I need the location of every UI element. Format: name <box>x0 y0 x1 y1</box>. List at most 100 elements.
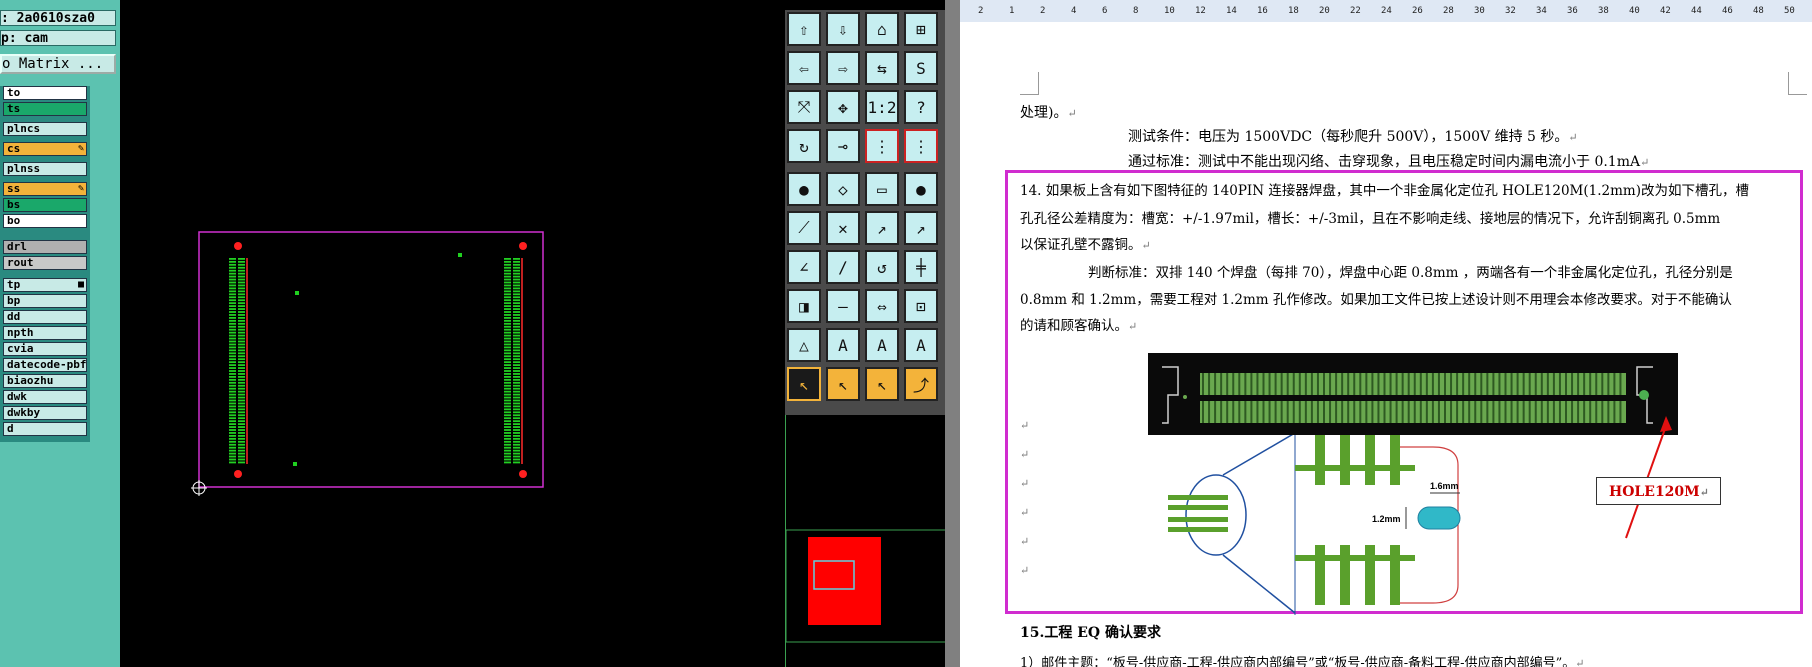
tool-button[interactable]: ↖ <box>826 367 860 401</box>
layer-row[interactable]: bs <box>3 198 87 212</box>
tool-button[interactable]: ⇦ <box>787 51 821 85</box>
layer-row[interactable]: plncs <box>3 122 87 136</box>
tool-button[interactable]: ⇆ <box>865 51 899 85</box>
layer-name: datecode-pbf <box>7 358 87 371</box>
layer-name: rout <box>7 256 34 269</box>
tool-button[interactable]: ⤧ <box>787 90 821 124</box>
tool-button[interactable]: ⟋ <box>787 211 821 245</box>
graphic-canvas[interactable] <box>120 10 785 667</box>
tool-icon: A <box>916 335 926 355</box>
tool-icon: ⇦ <box>799 58 809 78</box>
dim-label-height: 1.2mm <box>1372 514 1401 524</box>
ruler-tick: 44 <box>1691 6 1702 16</box>
horizontal-ruler[interactable]: 2 1 2 4 6 8 10 12 14 16 18 20 22 24 26 28 30 32 34 36 38 40 42… <box>960 0 1812 23</box>
tool-button[interactable]: ↻ <box>787 129 821 163</box>
tool-button[interactable]: ▭ <box>865 172 899 206</box>
layer-row[interactable]: d <box>3 422 87 436</box>
tool-button[interactable]: ∕ <box>826 250 860 284</box>
tool-button[interactable]: ⊡ <box>904 289 938 323</box>
tool-icon: ✕ <box>838 218 848 238</box>
job-name-field[interactable]: : 2a0610sza0 <box>0 10 116 26</box>
tool-button[interactable]: — <box>826 289 860 323</box>
tool-button[interactable]: ↗ <box>904 211 938 245</box>
tool-button[interactable]: ✕ <box>826 211 860 245</box>
layer-name: drl <box>7 240 27 253</box>
tool-button[interactable]: ╪ <box>904 250 938 284</box>
layer-row[interactable]: dwk <box>3 390 87 404</box>
layer-name: dwkby <box>7 406 41 419</box>
tool-button[interactable]: ⊸ <box>826 129 860 163</box>
layer-edit-icon: ✎ <box>77 143 84 154</box>
tool-button[interactable]: 1:2 <box>865 90 899 124</box>
step-name-field[interactable]: p: cam <box>0 30 116 46</box>
tool-button[interactable]: ⇨ <box>826 51 860 85</box>
tool-button[interactable]: ⋮ <box>865 129 899 163</box>
tool-button[interactable]: A <box>904 328 938 362</box>
layer-row[interactable]: cs ✎ <box>3 142 87 156</box>
board-view <box>191 231 544 496</box>
layer-row[interactable]: dwkby <box>3 406 87 420</box>
tool-button[interactable]: ∠ <box>787 250 821 284</box>
tool-button[interactable]: ✥ <box>826 90 860 124</box>
tool-button[interactable]: ↖ <box>865 367 899 401</box>
layer-row[interactable]: datecode-pbf <box>3 358 87 372</box>
tool-icon: ↺ <box>877 257 887 277</box>
tool-button[interactable]: ● <box>787 172 821 206</box>
layer-row[interactable]: ss ✎ <box>3 182 87 196</box>
ruler-tick: 18 <box>1288 6 1299 16</box>
tool-icon: ⤴ <box>912 376 929 395</box>
ruler-tick: 32 <box>1505 6 1516 16</box>
layer-name: cs <box>7 142 21 155</box>
tool-button[interactable]: ◇ <box>826 172 860 206</box>
cam-toolbox: ⇧ ⇩ ⌂ ⊞ ⇦ ⇨ ⇆ S ⤧ ✥ 1:2? ↻ ⊸ ⋮ ⋮ ● ◇ ▭ ● ⟋ ✕ ↗ ↗ ∠ ∕ ↺ ╪ ◨ — ⇔ ⊡ △ A A A ↖ ↖… <box>785 10 945 415</box>
tool-button[interactable]: S <box>904 51 938 85</box>
layer-row[interactable]: bp <box>3 294 87 308</box>
tool-button[interactable]: ⌂ <box>865 12 899 46</box>
layer-row[interactable]: drl <box>3 240 87 254</box>
tool-icon: ● <box>799 179 809 199</box>
tool-button[interactable]: ? <box>904 90 938 124</box>
tool-icon: ⊸ <box>838 136 848 156</box>
layer-row[interactable]: biaozhu <box>3 374 87 388</box>
dim-label-width: 1.6mm <box>1430 481 1459 491</box>
tool-button[interactable]: ● <box>904 172 938 206</box>
layer-row[interactable]: rout <box>3 256 87 270</box>
ruler-tick: 2 <box>1040 6 1046 16</box>
tool-button[interactable]: ↖ <box>787 367 821 401</box>
callout-arrow <box>1625 416 1672 539</box>
tool-button[interactable]: ⋮ <box>904 129 938 163</box>
tool-button[interactable]: ⇩ <box>826 12 860 46</box>
tool-button[interactable]: ◨ <box>787 289 821 323</box>
tool-button[interactable]: ⤴ <box>904 367 938 401</box>
tool-button[interactable]: △ <box>787 328 821 362</box>
layer-row[interactable]: to <box>3 86 87 100</box>
tool-icon: △ <box>799 335 809 355</box>
ruler-tick: 8 <box>1133 6 1139 16</box>
tool-button[interactable]: ⇔ <box>865 289 899 323</box>
tool-button[interactable]: ⇧ <box>787 12 821 46</box>
overview-window[interactable] <box>785 415 947 667</box>
tool-icon: ⌂ <box>877 19 887 39</box>
layer-row[interactable]: tp ■ <box>3 278 87 292</box>
layer-row[interactable]: plnss <box>3 162 87 176</box>
tool-button[interactable]: A <box>826 328 860 362</box>
layer-row[interactable]: npth <box>3 326 87 340</box>
document-page[interactable]: 处理)。↵ 测试条件：电压为 1500VDC（每秒爬升 500V），1500V … <box>960 22 1812 667</box>
layer-row[interactable]: cvia <box>3 342 87 356</box>
tool-icon: ↖ <box>838 374 848 394</box>
tool-button[interactable]: A <box>865 328 899 362</box>
layer-row[interactable]: bo <box>3 214 87 228</box>
ruler-tick: 42 <box>1660 6 1671 16</box>
overview-map <box>785 529 947 643</box>
window-divider[interactable] <box>945 0 960 667</box>
hole-callout-label: HOLE120M↵ <box>1596 477 1721 505</box>
tool-icon: ↗ <box>877 218 887 238</box>
datum-cursor <box>191 480 207 496</box>
layer-name: dd <box>7 310 21 323</box>
tool-button[interactable]: ↺ <box>865 250 899 284</box>
tool-button[interactable]: ↗ <box>865 211 899 245</box>
matrix-button[interactable]: o Matrix ... <box>0 54 116 74</box>
layer-row[interactable]: ts <box>3 102 87 116</box>
tool-button[interactable]: ⊞ <box>904 12 938 46</box>
layer-row[interactable]: dd <box>3 310 87 324</box>
